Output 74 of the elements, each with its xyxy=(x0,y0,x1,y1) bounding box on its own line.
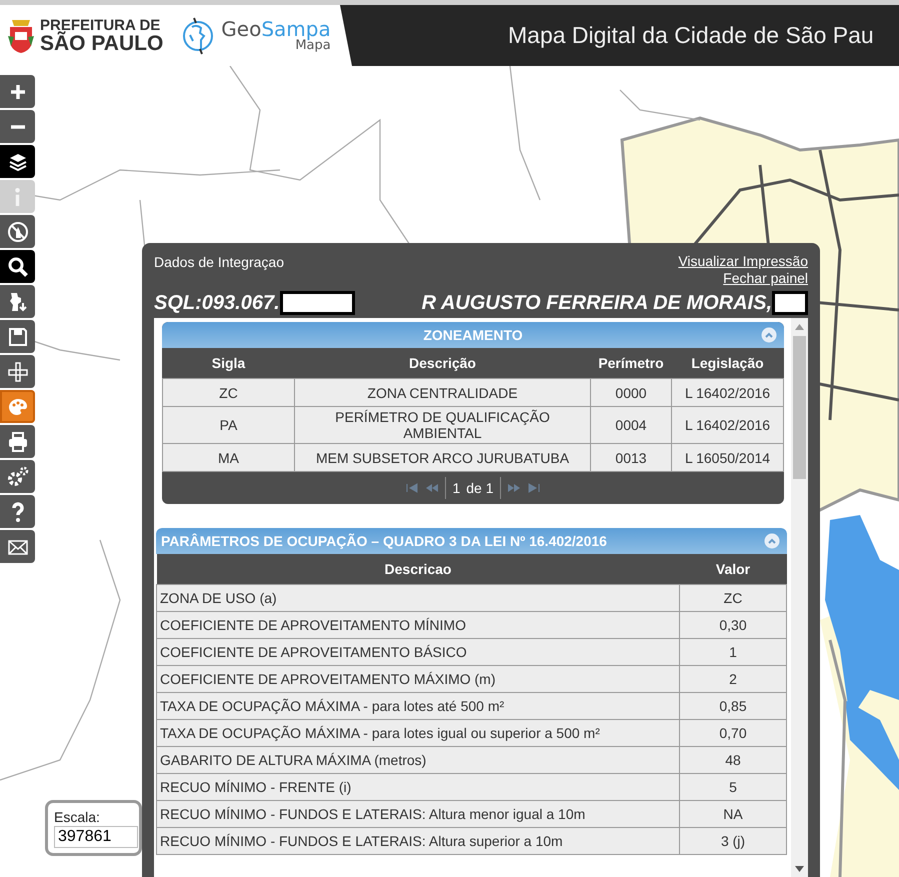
table-cell: TAXA DE OCUPAÇÃO MÁXIMA - para lotes até 500 m² xyxy=(156,692,680,720)
page-number: 1 xyxy=(452,480,460,496)
section-title: PARÂMETROS DE OCUPAÇÃO – QUADRO 3 DA LEI Nº 16.402/2016 xyxy=(160,533,607,549)
table-cell: 0000 xyxy=(590,378,672,406)
globe-icon xyxy=(181,14,216,56)
mail-button[interactable] xyxy=(0,530,35,563)
table-cell: 0,85 xyxy=(680,692,786,720)
scrollbar[interactable] xyxy=(791,318,808,877)
city-crest-icon xyxy=(8,18,34,54)
table-cell: RECUO MÍNIMO - FUNDOS E LATERAIS: Altura menor igual a 10m xyxy=(156,800,680,828)
page-total: de 1 xyxy=(466,480,494,496)
panel-link[interactable]: Fechar painel xyxy=(723,270,808,287)
measure-button[interactable] xyxy=(0,355,35,388)
table-cell: PERÍMETRO DE QUALIFICAÇÃO AMBIENTAL xyxy=(294,406,590,444)
touch-off-button[interactable] xyxy=(0,215,35,248)
gears-icon xyxy=(6,464,30,488)
scale-field[interactable]: 397861 xyxy=(54,826,138,848)
brand-subtitle: Mapa xyxy=(295,39,331,52)
column-header: Valor xyxy=(680,554,786,584)
info-icon xyxy=(15,188,20,206)
settings-button[interactable] xyxy=(0,460,35,493)
table-cell: 5 xyxy=(680,774,786,800)
table-cell: COEFICIENTE DE APROVEITAMENTO MÁXIMO (m) xyxy=(156,666,680,692)
table-cell: ZC xyxy=(680,584,786,612)
scale-label: Escala: xyxy=(54,809,101,825)
search-icon xyxy=(6,254,30,278)
table-cell: ZC xyxy=(162,378,294,406)
table-cell: 1 xyxy=(680,638,786,666)
table-cell: ZONA CENTRALIDADE xyxy=(294,378,590,406)
minus-icon xyxy=(10,124,26,128)
scroll-down-icon[interactable] xyxy=(795,866,804,872)
table-cell: L 16402/2016 xyxy=(672,378,784,406)
search-button[interactable] xyxy=(0,250,35,283)
zoom-out-button[interactable] xyxy=(0,110,35,143)
table-cell: GABARITO DE ALTURA MÁXIMA (metros) xyxy=(156,746,680,774)
print-button[interactable] xyxy=(0,425,35,458)
table-cell: 48 xyxy=(680,746,786,774)
table-cell: RECUO MÍNIMO - FRENTE (i) xyxy=(156,774,680,800)
org-name: SÃO PAULO xyxy=(40,32,164,54)
org-name: PREFEITURA DE xyxy=(40,18,162,32)
table-cell: 2 xyxy=(680,666,786,692)
table-cell: 0,30 xyxy=(680,612,786,638)
table-cell: MA xyxy=(162,444,294,472)
table-cell: RECUO MÍNIMO - FUNDOS E LATERAIS: Altura superior a 10m xyxy=(156,828,680,854)
palette-button[interactable] xyxy=(0,390,35,423)
table-cell: TAXA DE OCUPAÇÃO MÁXIMA - para lotes igual ou superior a 500 m² xyxy=(156,720,680,746)
brand-name: GeoSampa xyxy=(221,19,331,39)
table-cell: 0,70 xyxy=(680,720,786,746)
table-cell: L 16402/2016 xyxy=(672,406,784,444)
layers-button[interactable] xyxy=(0,145,35,178)
section-title: ZONEAMENTO xyxy=(423,327,523,343)
sql-code: SQL:093.067. xyxy=(154,292,280,314)
help-button[interactable] xyxy=(0,495,35,528)
table-cell: MEM SUBSETOR ARCO JURUBATUBA xyxy=(294,444,590,472)
table-cell: PA xyxy=(162,406,294,444)
address: R AUGUSTO FERREIRA DE MORAIS, xyxy=(422,292,772,314)
no-touch-icon xyxy=(6,220,30,244)
table-cell: 0004 xyxy=(590,406,672,444)
panel-title: Dados de Integraçao xyxy=(154,254,284,270)
table-cell: L 16050/2014 xyxy=(672,444,784,472)
table-cell: ZONA DE USO (a) xyxy=(156,584,680,612)
table-cell: COEFICIENTE DE APROVEITAMENTO MÍNIMO xyxy=(156,612,680,638)
column-header: Descricao xyxy=(156,554,680,584)
save-button[interactable] xyxy=(0,320,35,353)
panel-link[interactable]: Visualizar Impressão xyxy=(678,253,808,270)
table-cell: COEFICIENTE DE APROVEITAMENTO BÁSICO xyxy=(156,638,680,666)
scroll-thumb[interactable] xyxy=(793,336,806,479)
zoom-in-button[interactable] xyxy=(0,75,35,108)
app-title: Mapa Digital da Cidade de São Pau xyxy=(508,22,874,49)
table-cell: 3 (j) xyxy=(680,828,786,854)
map-download-button[interactable] xyxy=(0,285,35,318)
table-cell: NA xyxy=(680,800,786,828)
table-cell: 0013 xyxy=(590,444,672,472)
redacted-block xyxy=(772,291,808,315)
